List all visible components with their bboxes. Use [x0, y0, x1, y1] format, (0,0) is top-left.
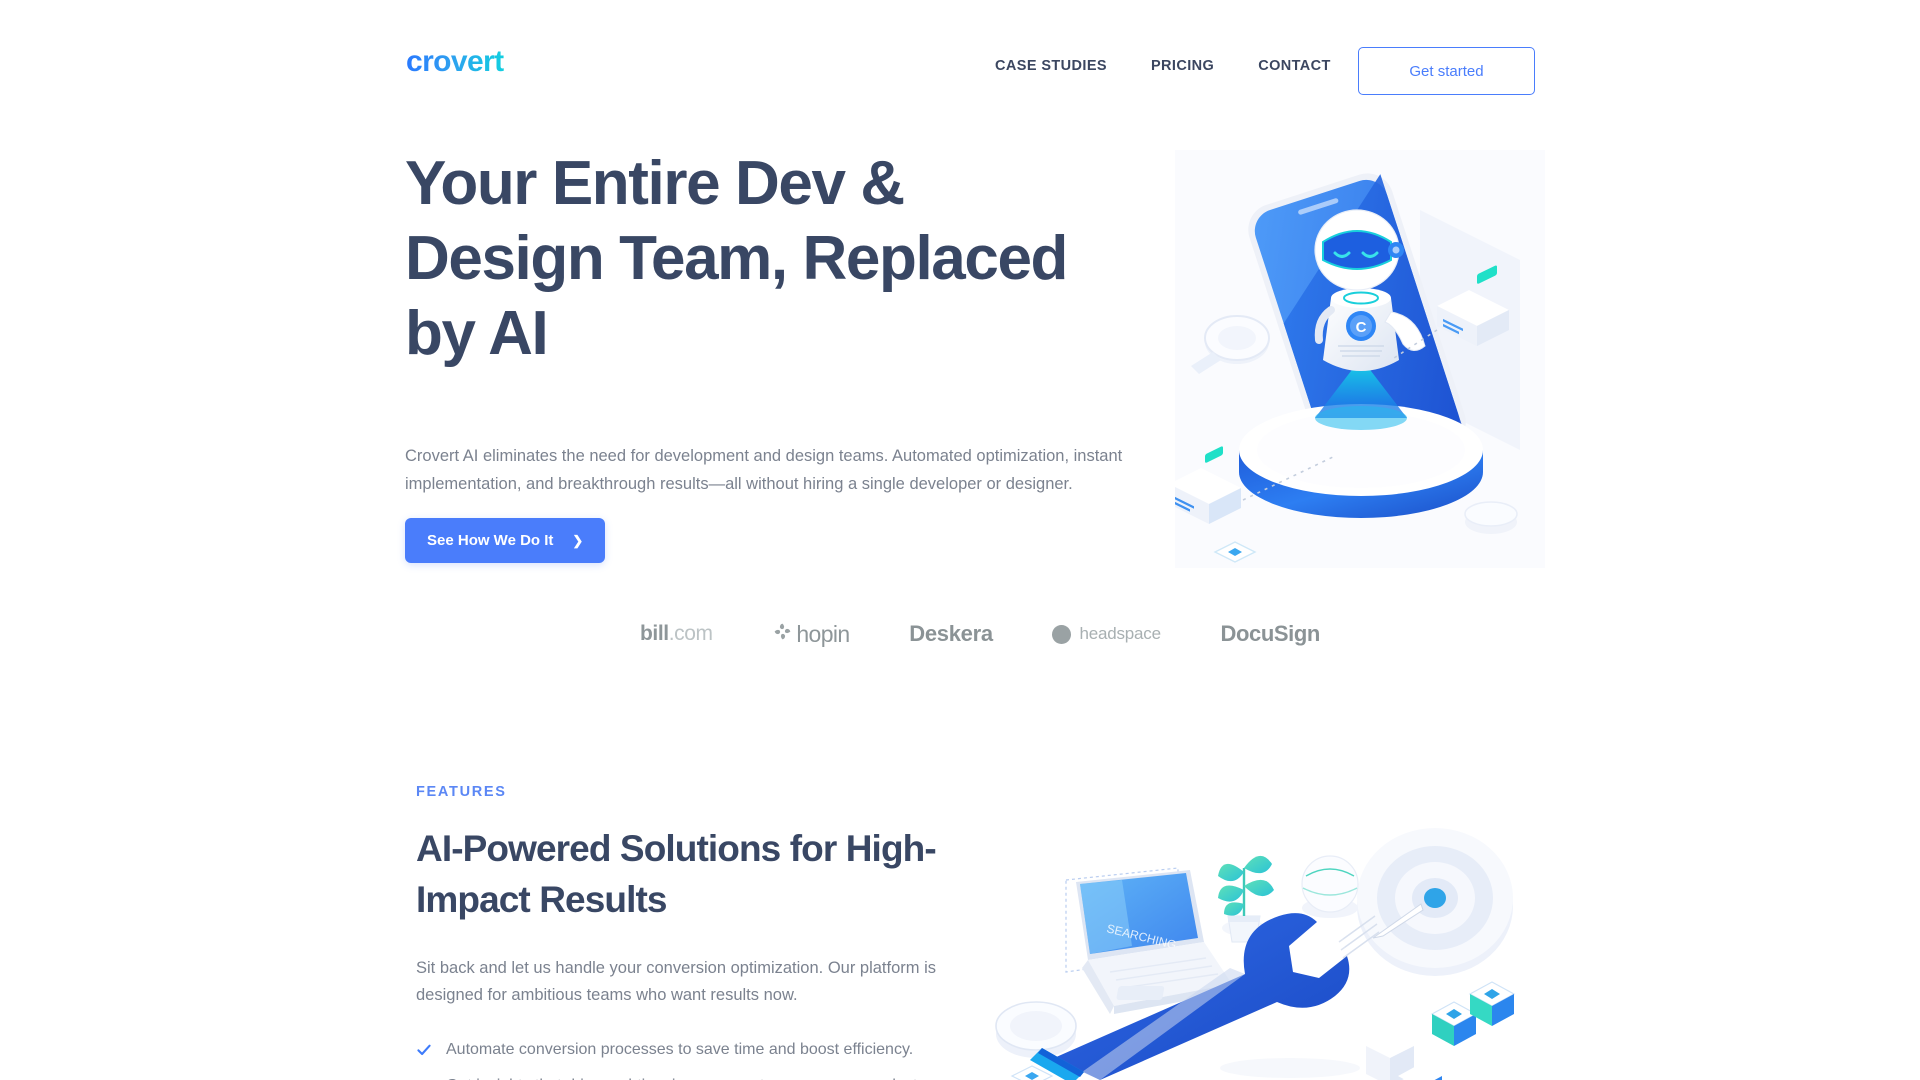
feature-list-item: Get insights that drive real-time improv…: [416, 1076, 1016, 1080]
hero-title: Your Entire Dev & Design Team, Replaced …: [405, 149, 1068, 369]
client-logo-headspace: headspace: [1052, 624, 1161, 644]
nav-item-pricing[interactable]: PRICING: [1151, 58, 1214, 74]
headspace-logo-text: headspace: [1079, 624, 1161, 643]
hopin-logo-text: hopin: [796, 620, 850, 647]
nav-item-contact[interactable]: CONTACT: [1258, 58, 1331, 74]
main-navigation: CASE STUDIES PRICING CONTACT: [995, 58, 1331, 74]
chevron-right-icon: ❯: [572, 533, 584, 548]
get-started-button[interactable]: Get started: [1358, 47, 1535, 95]
feature-list-item-label: Automate conversion processes to save ti…: [446, 1041, 914, 1058]
hero-subtitle: Crovert AI eliminates the need for devel…: [405, 447, 1123, 493]
svg-text:C: C: [1356, 319, 1367, 336]
check-icon: [417, 1045, 431, 1056]
features-title: AI-Powered Solutions for High-Impact Res…: [416, 828, 937, 921]
features-checklist: Automate conversion processes to save ti…: [416, 1040, 1016, 1080]
brand-logo[interactable]: crovert: [406, 45, 504, 79]
features-illustration: SEARCHING...: [990, 818, 1550, 1080]
hero-cta-label: See How We Do It: [427, 532, 554, 549]
features-subtitle: Sit back and let us handle your conversi…: [416, 959, 937, 1004]
client-logo-bill-dot-com: bill .com: [640, 622, 713, 646]
bill-logo-tld: .com: [668, 622, 713, 645]
hopin-pinwheel-icon: [772, 621, 793, 648]
features-eyebrow: FEATURES: [416, 784, 507, 800]
client-logo-deskera: Deskera: [909, 621, 993, 646]
nav-item-case-studies[interactable]: CASE STUDIES: [995, 58, 1107, 74]
landing-page: crovert CASE STUDIES PRICING CONTACT Get…: [0, 0, 1920, 1080]
feature-list-item: Automate conversion processes to save ti…: [416, 1040, 1016, 1061]
headspace-circle-icon: [1052, 624, 1072, 644]
site-header: crovert CASE STUDIES PRICING CONTACT Get…: [0, 0, 1920, 110]
see-how-we-do-it-button[interactable]: See How We Do It ❯: [405, 518, 606, 563]
feature-list-item-label: Get insights that drive real-time improv…: [446, 1076, 922, 1080]
client-logo-hopin: hopin: [772, 620, 850, 648]
client-logo-strip: bill .com hopin Deskera headspace DocuSi…: [640, 612, 1320, 656]
client-logo-docusign: DocuSign: [1220, 621, 1320, 646]
hero-illustration: C: [1175, 150, 1545, 568]
bill-logo-mark: bill: [640, 622, 669, 645]
